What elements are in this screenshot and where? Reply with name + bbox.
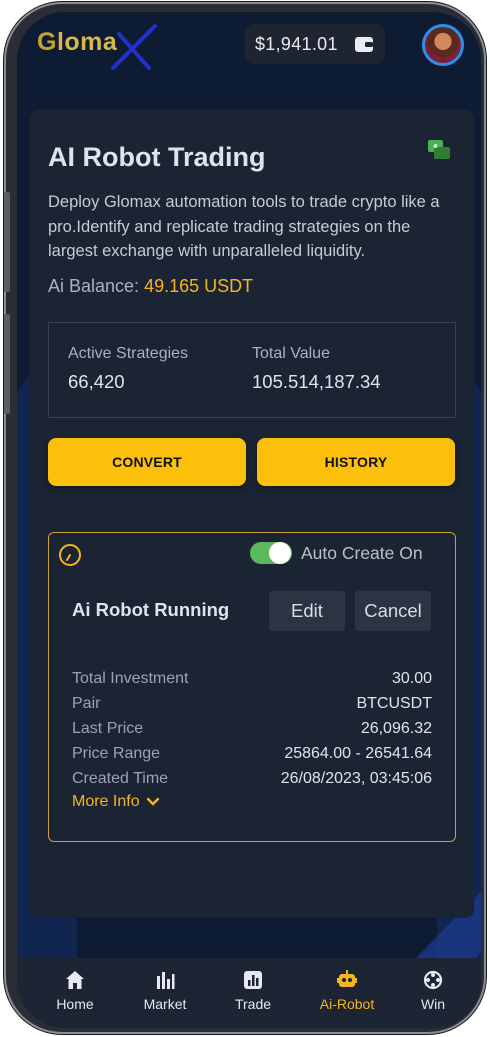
- nav-trade[interactable]: Trade: [213, 970, 293, 1012]
- chevron-down-icon: [146, 797, 159, 806]
- detail-row-pair: Pair BTCUSDT: [72, 695, 432, 713]
- wallet-balance-value: $1,941.01: [255, 33, 338, 54]
- total-value-stat: Total Value 105.514,187.34: [252, 345, 381, 392]
- detail-row-created-time: Created Time 26/08/2023, 03:45:06: [72, 769, 432, 787]
- more-info-link[interactable]: More Info: [72, 793, 160, 811]
- nav-home[interactable]: Home: [35, 970, 115, 1012]
- robot-details: Total Investment 30.00 Pair BTCUSDT Last P…: [72, 667, 432, 791]
- top-bar: Gloma $1,941.01: [17, 12, 481, 78]
- nav-win[interactable]: Win: [393, 970, 473, 1012]
- volume-up-button: [4, 192, 10, 292]
- robot-running-panel: Auto Create On Ai Robot Running Edit Can…: [48, 532, 456, 842]
- ai-balance: Ai Balance: 49.165 USDT: [48, 276, 254, 296]
- logo-x-mark: [111, 24, 157, 70]
- avatar[interactable]: [422, 24, 464, 66]
- detail-row-last-price: Last Price 26,096.32: [72, 719, 432, 737]
- toggle-knob: [269, 542, 291, 564]
- detail-row-total-investment: Total Investment 30.00: [72, 670, 432, 688]
- chat-icon[interactable]: [428, 140, 450, 162]
- cancel-button[interactable]: Cancel: [355, 591, 431, 631]
- win-icon: [423, 970, 443, 990]
- ai-robot-card: AI Robot Trading Deploy Glomax automatio…: [30, 110, 474, 918]
- detail-row-price-range: Price Range 25864.00 - 26541.64: [72, 744, 432, 762]
- robot-running-title: Ai Robot Running: [72, 599, 230, 620]
- history-button[interactable]: HISTORY: [257, 438, 455, 486]
- market-icon: [157, 972, 175, 989]
- active-strategies-stat: Active Strategies 66,420: [68, 345, 189, 392]
- ai-balance-value: 49.165 USDT: [144, 276, 254, 296]
- nav-market[interactable]: Market: [125, 970, 205, 1012]
- page-title: AI Robot Trading: [48, 142, 266, 172]
- wallet-icon: [355, 37, 373, 52]
- trade-icon: [244, 971, 262, 989]
- nav-ai-robot[interactable]: Ai-Robot: [307, 970, 387, 1012]
- bottom-nav: Home Market Trade Ai-Robot Win: [17, 958, 481, 1028]
- auto-create-label: Auto Create On: [301, 543, 423, 563]
- robot-icon: [337, 970, 357, 987]
- volume-down-button: [4, 314, 10, 414]
- auto-create-toggle[interactable]: [250, 542, 292, 564]
- phone-frame: Gloma $1,941.01 AI Robot Trading Deploy …: [4, 2, 486, 1034]
- edit-button[interactable]: Edit: [269, 591, 345, 631]
- card-description: Deploy Glomax automation tools to trade …: [48, 193, 440, 260]
- convert-button[interactable]: CONVERT: [48, 438, 246, 486]
- stats-box: Active Strategies 66,420 Total Value 105…: [48, 322, 456, 418]
- clock-icon: [59, 544, 81, 566]
- wallet-balance-button[interactable]: $1,941.01: [245, 24, 385, 64]
- app-screen: Gloma $1,941.01 AI Robot Trading Deploy …: [17, 12, 481, 1028]
- home-icon: [66, 971, 84, 989]
